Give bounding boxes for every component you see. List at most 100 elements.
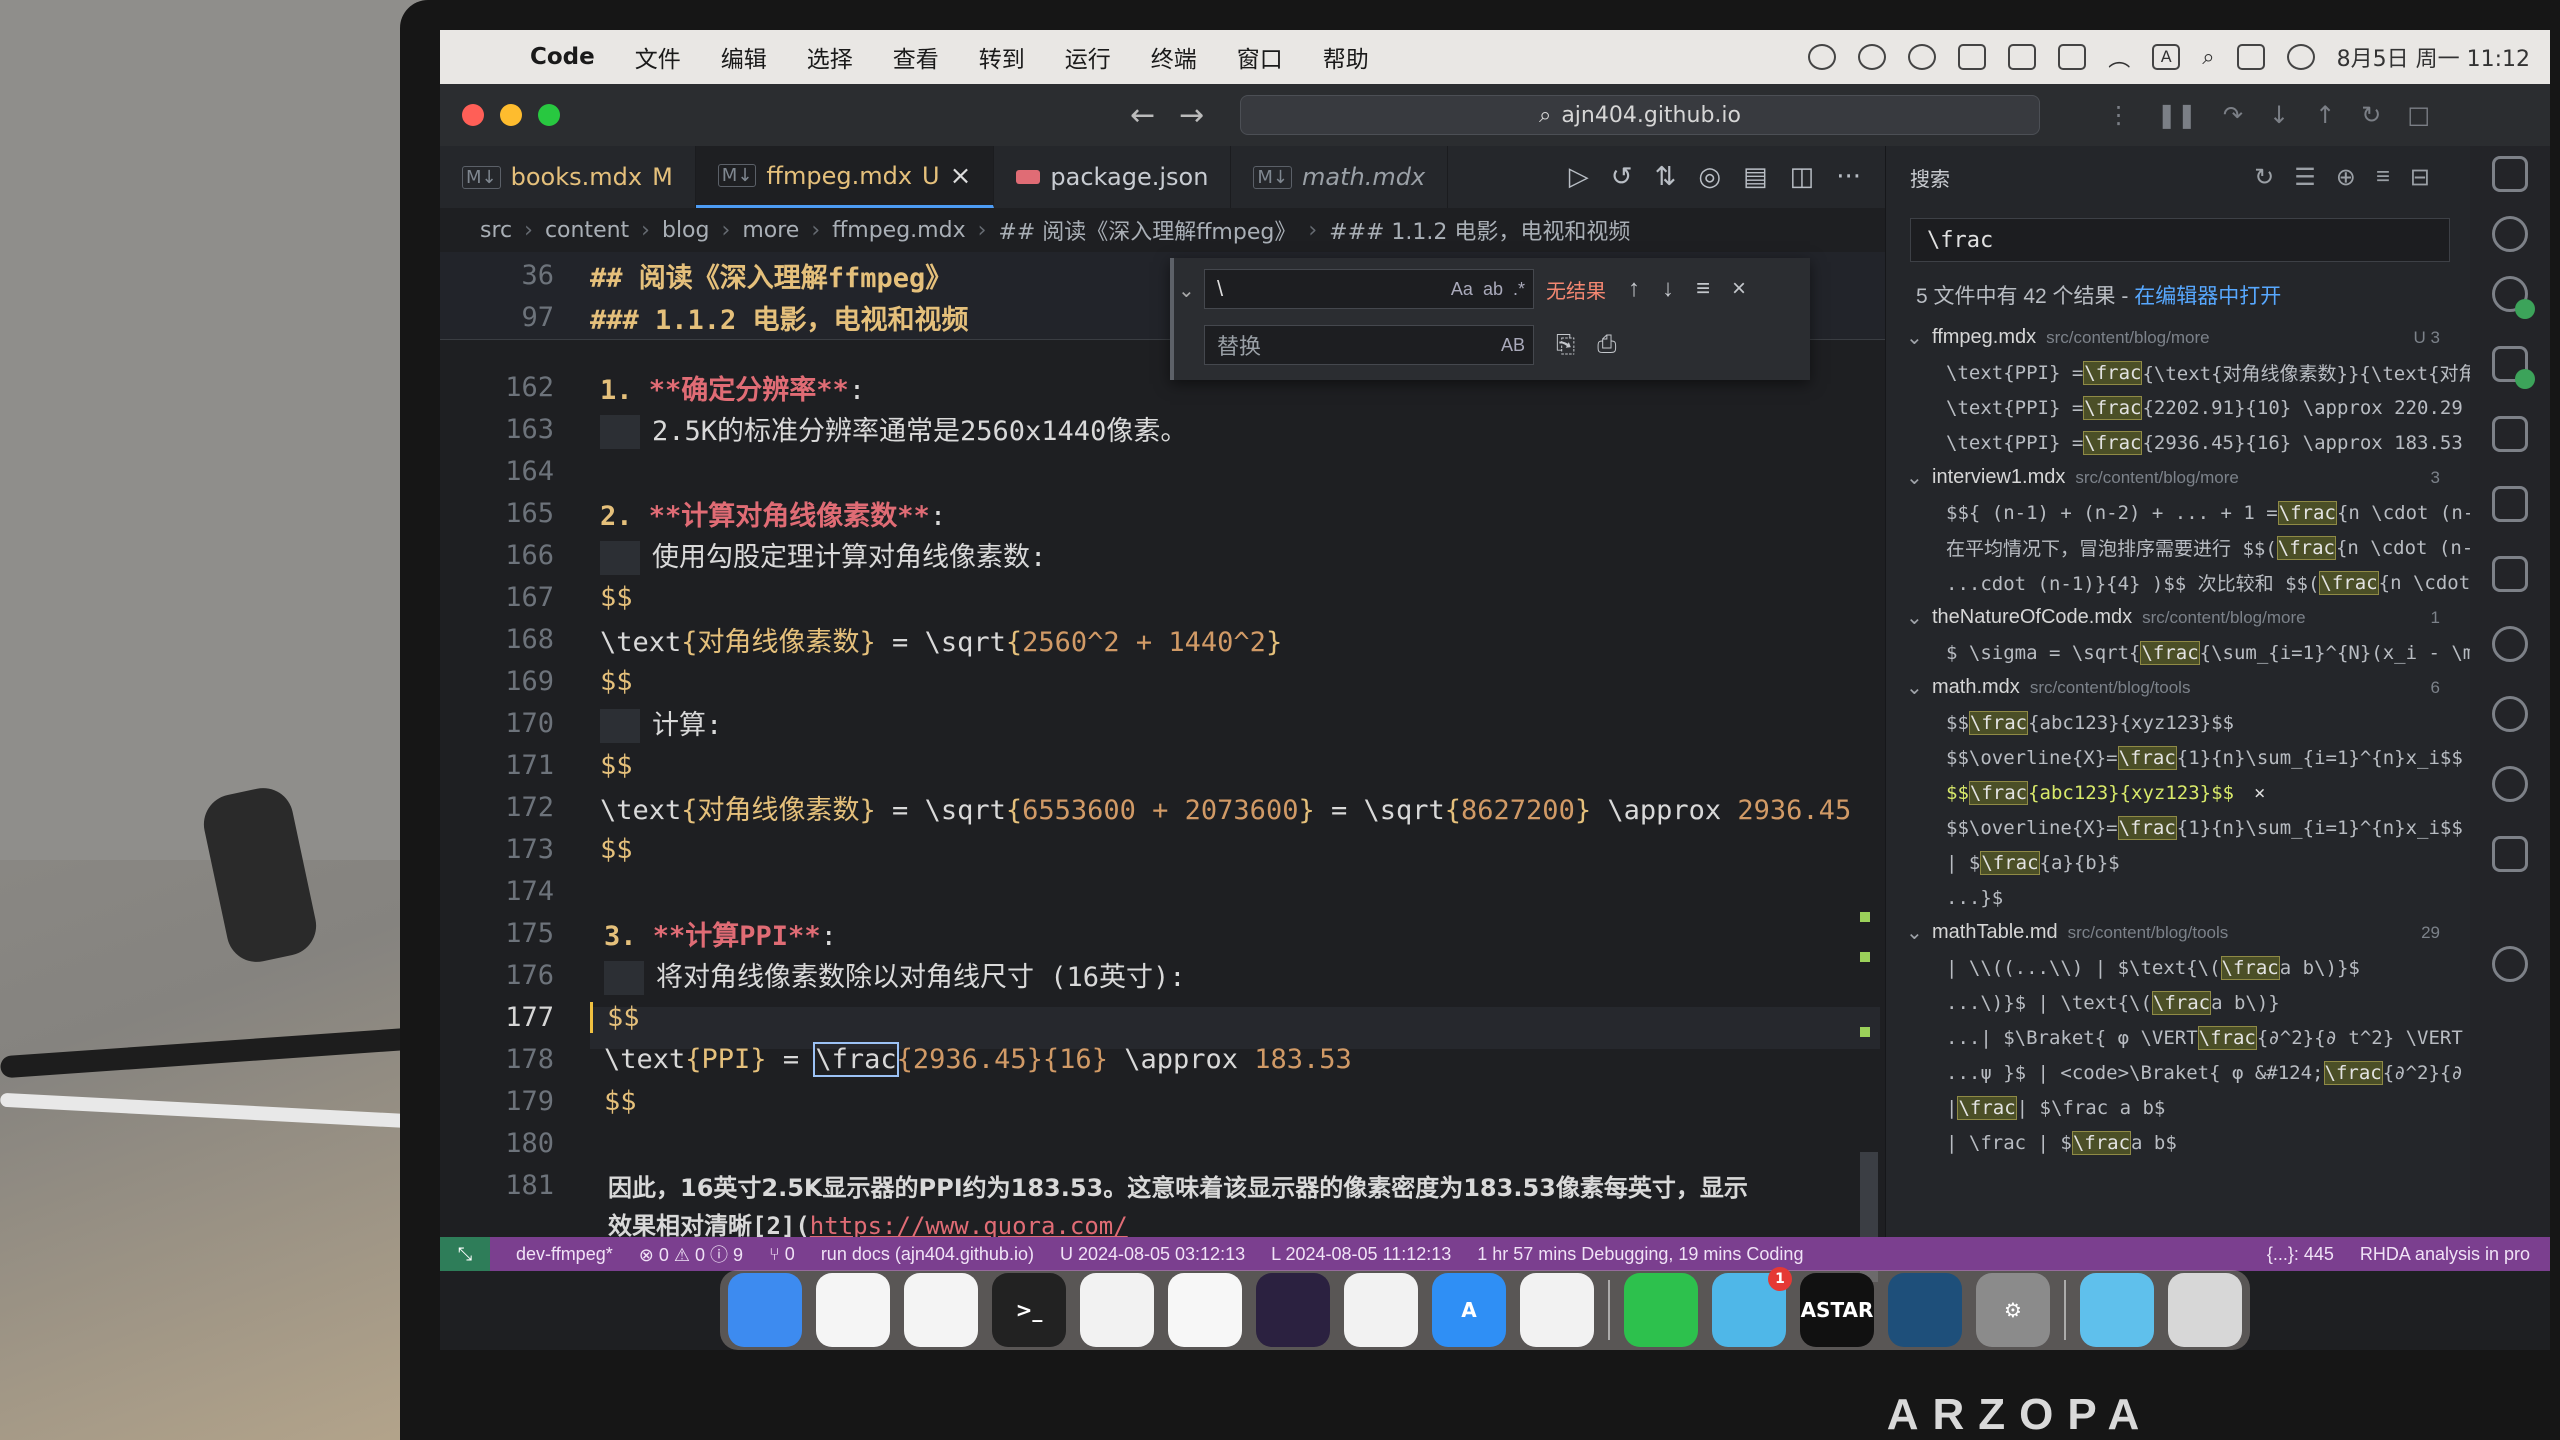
menu-view[interactable]: 查看 [873, 40, 959, 74]
code-line[interactable]: 173 $$ [440, 828, 632, 870]
file-created-time[interactable]: U 2024-08-05 03:12:13 [1060, 1244, 1245, 1265]
code-line[interactable]: 181 因此，16英寸2.5K显示器的PPI约为183.53。这意味着该显示器的… [440, 1164, 1748, 1206]
replace-icon[interactable]: ⎘ [1556, 331, 1575, 359]
search-result-match[interactable]: \text{PPI} = \frac {2202.91}{10} \approx … [1886, 390, 2550, 425]
stop-icon[interactable]: □ [2407, 101, 2430, 129]
control-center-icon[interactable] [2236, 44, 2265, 70]
docker-icon[interactable] [2492, 696, 2528, 732]
file-modified-time[interactable]: L 2024-08-05 11:12:13 [1271, 1244, 1451, 1265]
search-result-match[interactable]: ...\)}$ | \text{\(\frac a b\)} [1886, 985, 2550, 1020]
trash-icon[interactable] [2168, 1273, 2242, 1347]
tab-books-mdx[interactable]: M↓ books.mdx M [440, 146, 696, 208]
search-result-match[interactable]: $$\overline{X}= \frac {1}{n}\sum_{i=1}^{n}… [1886, 740, 2550, 775]
search-result-match[interactable]: $ \sigma = \sqrt{\frac {\sum_{i=1}^{N}(x_… [1886, 635, 2550, 670]
selection-status[interactable]: {...}: 445 [2267, 1244, 2334, 1265]
menu-window[interactable]: 窗口 [1217, 40, 1303, 74]
timeline-icon[interactable]: ↺ [1611, 162, 1633, 192]
window-tray-icon[interactable] [2058, 44, 2087, 70]
dismiss-result-icon[interactable]: × [2254, 782, 2265, 804]
menu-app[interactable]: Code [510, 44, 615, 70]
code-line[interactable]: 170 计算: [440, 702, 722, 744]
search-result-match[interactable]: $$ \frac {abc123}{xyz123}$$ [1886, 705, 2550, 740]
find-in-selection-icon[interactable]: ≡ [1696, 275, 1710, 303]
gear-icon[interactable] [2492, 946, 2528, 982]
tab-ffmpeg-mdx[interactable]: M↓ ffmpeg.mdx U × [695, 146, 995, 208]
app-store-icon[interactable]: A [1432, 1273, 1506, 1347]
vscode-icon[interactable] [1520, 1273, 1594, 1347]
whole-word-toggle[interactable]: ab [1483, 279, 1503, 300]
clear-results-icon[interactable]: ☰ [2294, 163, 2316, 192]
search-result-file[interactable]: ⌄ interview1.mdx src/content/blog/more 3 [1886, 460, 2550, 495]
code-line[interactable]: 168 \text{对角线像素数} = \sqrt{2560^2 + 1440^… [440, 618, 1282, 660]
find-input[interactable]: \ Aa ab .* [1204, 269, 1534, 309]
code-line[interactable]: 180 [440, 1122, 590, 1164]
step-out-icon[interactable]: ↑ [2315, 101, 2335, 129]
siri-icon[interactable] [2286, 44, 2315, 70]
finder-icon[interactable] [728, 1273, 802, 1347]
status-app-icon[interactable] [1808, 44, 1837, 70]
open-in-editor-link[interactable]: 在编辑器中打开 [2134, 285, 2281, 308]
extension-tray-icon[interactable] [1908, 44, 1937, 70]
screenshot-tray-icon[interactable] [1958, 44, 1987, 70]
code-line[interactable]: 165 2. **计算对角线像素数**: [440, 492, 946, 534]
search-input[interactable]: \frac [1910, 218, 2450, 262]
code-editor[interactable]: 36 ## 阅读《深入理解ffmpeg》 97 ### 1.1.2 电影，电视和… [440, 252, 1885, 1282]
menu-terminal[interactable]: 终端 [1131, 40, 1217, 74]
search-result-match[interactable]: 在平均情况下，冒泡排序需要进行 $$( \frac {n \cdot (n- [1886, 530, 2550, 565]
wechat-tray-icon[interactable] [1858, 44, 1887, 70]
search-result-match[interactable]: ...| $\Braket{ φ \VERT \frac {∂^2}{∂ t^2}… [1886, 1020, 2550, 1055]
refresh-icon[interactable]: ↻ [2254, 163, 2274, 192]
wakatime-status[interactable]: 1 hr 57 mins Debugging, 19 mins Coding [1477, 1244, 1803, 1265]
code-line[interactable]: 166 使用勾股定理计算对角线像素数: [440, 534, 1046, 576]
finder-folder-icon[interactable]: 1 [1712, 1267, 1792, 1347]
breadcrumb-item[interactable]: ## 阅读《深入理解ffmpeg》 [998, 214, 1296, 246]
run-task[interactable]: run docs (ajn404.github.io) [821, 1244, 1034, 1265]
copy-icon[interactable] [2492, 156, 2528, 192]
previous-match-icon[interactable]: ↑ [1628, 275, 1640, 303]
code-line[interactable]: 163 2.5K的标准分辨率通常是2560x1440像素。 [440, 408, 1187, 450]
chrome-icon[interactable] [1080, 1273, 1154, 1347]
code-line[interactable]: 179 $$ [440, 1080, 636, 1122]
chat-icon[interactable]: ◎ [1698, 162, 1721, 192]
close-icon[interactable]: × [1732, 275, 1746, 303]
drag-handle-icon[interactable]: ⋮ [2107, 101, 2131, 129]
timeline-icon[interactable] [2492, 766, 2528, 802]
remote-indicator-icon[interactable]: ⤡ [440, 1237, 490, 1271]
breadcrumb-item[interactable]: ### 1.1.2 电影，电视和视频 [1329, 214, 1630, 246]
chevron-down-icon[interactable]: ⌄ [1178, 278, 1195, 303]
more-actions-icon[interactable]: ··· [1836, 162, 1861, 192]
code-line[interactable]: 164 [440, 450, 590, 492]
preview-icon[interactable]: ▤ [1743, 162, 1768, 192]
search-result-match[interactable]: \text{PPI} = \frac {\text{对角线像素数}}{\text{… [1886, 355, 2550, 390]
menu-edit[interactable]: 编辑 [701, 40, 787, 74]
step-over-icon[interactable]: ↷ [2223, 101, 2243, 129]
search-result-match[interactable]: $$\overline{X}= \frac {1}{n}\sum_{i=1}^{n}… [1886, 810, 2550, 845]
code-icon[interactable] [2492, 626, 2528, 662]
search-result-match[interactable]: $$ \frac {abc123}{xyz123}$$ × [1886, 775, 2550, 810]
collapse-all-icon[interactable]: ⊟ [2410, 163, 2430, 192]
search-result-match[interactable]: | $ \frac {a}{b}$ [1886, 845, 2550, 880]
code-line[interactable]: 162 1. **确定分辨率**: [440, 366, 865, 408]
code-line[interactable]: 175 3. **计算PPI**: [440, 912, 837, 954]
menu-help[interactable]: 帮助 [1303, 40, 1389, 74]
display-tray-icon[interactable] [2008, 44, 2037, 70]
breadcrumb-item[interactable]: more [742, 218, 799, 243]
match-case-toggle[interactable]: Aa [1451, 279, 1473, 300]
search-result-file[interactable]: ⌄ mathTable.md src/content/blog/tools 29 [1886, 915, 2550, 950]
extensions-icon[interactable] [2492, 416, 2528, 452]
breadcrumb-item[interactable]: blog [662, 218, 710, 243]
search-result-match[interactable]: | \frac | $\frac a b$ [1886, 1125, 2550, 1160]
new-search-editor-icon[interactable]: ⊕ [2336, 163, 2356, 192]
search-result-file[interactable]: ⌄ math.mdx src/content/blog/tools 6 [1886, 670, 2550, 705]
search-result-match[interactable]: | \frac | $\frac a b$ [1886, 1090, 2550, 1125]
wechat-icon[interactable] [1624, 1273, 1698, 1347]
sticky-line[interactable]: 36 ## 阅读《深入理解ffmpeg》 [440, 254, 952, 296]
sticky-line[interactable]: 97 ### 1.1.2 电影，电视和视频 [440, 296, 968, 338]
input-method-icon[interactable]: A [2152, 44, 2181, 70]
git-graph-icon[interactable] [2492, 836, 2528, 872]
pause-icon[interactable]: ❚❚ [2157, 101, 2197, 129]
search-result-match[interactable]: \text{PPI} = \frac {2936.45}{16} \approx … [1886, 425, 2550, 460]
obsidian-icon[interactable] [1256, 1273, 1330, 1347]
run-icon[interactable]: ▷ [1569, 162, 1589, 192]
affinity-icon[interactable] [1344, 1273, 1418, 1347]
